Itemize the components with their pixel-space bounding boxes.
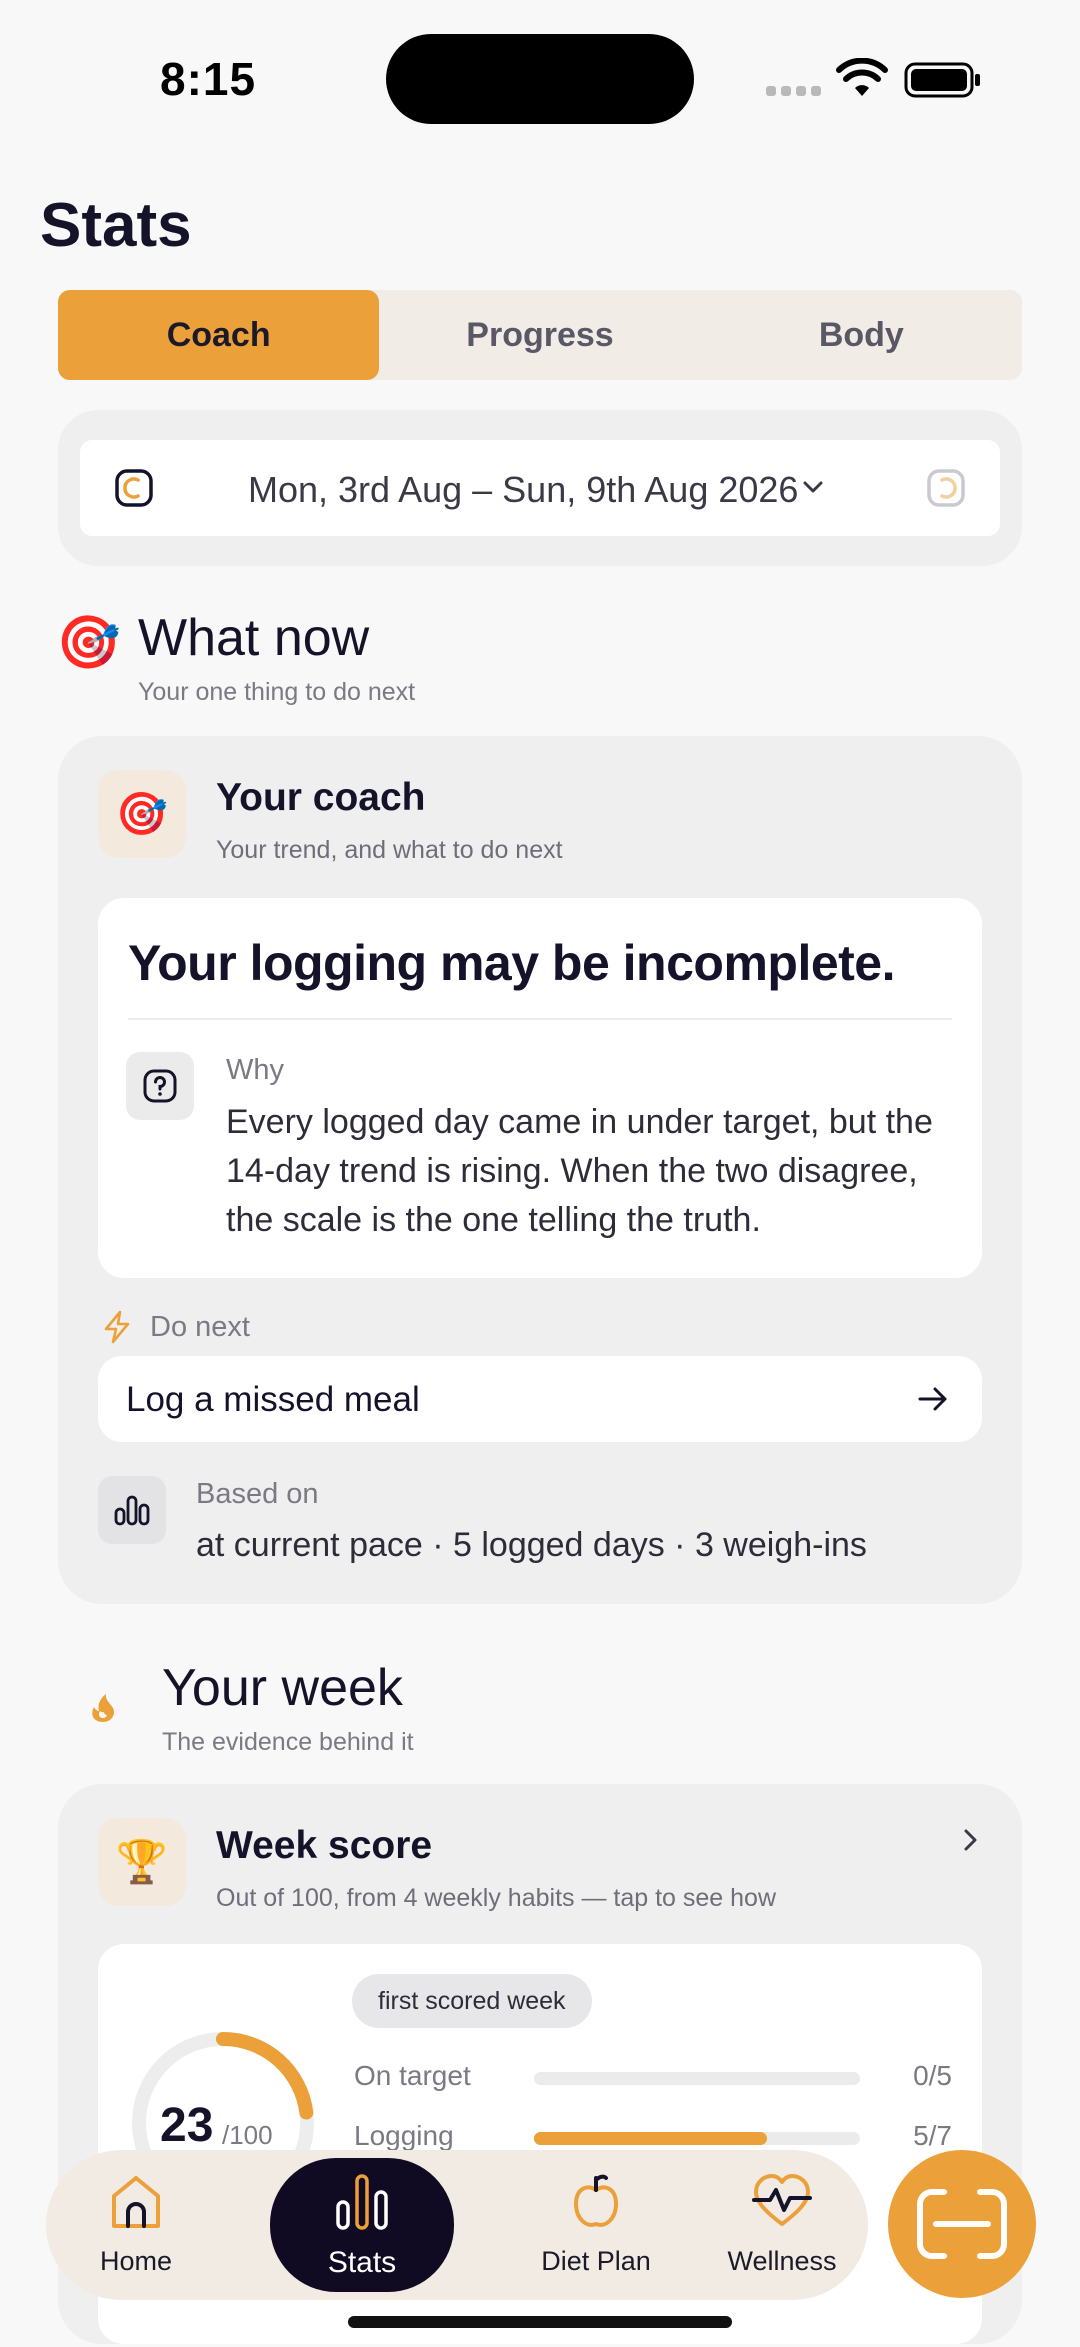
why-label: Why <box>226 1054 284 1086</box>
week-score-title: Week score <box>216 1824 433 1867</box>
battery-icon <box>904 62 980 98</box>
date-range-selector: Mon, 3rd Aug – Sun, 9th Aug 2026 <box>58 410 1022 566</box>
metric-label-logging: Logging <box>354 2120 454 2151</box>
based-on-text: at current pace · 5 logged days · 3 weig… <box>196 1526 867 1564</box>
next-week-icon[interactable] <box>926 468 966 508</box>
scan-icon <box>917 2189 1007 2259</box>
bar-chart-icon <box>98 1476 166 1544</box>
question-icon <box>126 1052 194 1120</box>
date-range-bar: Mon, 3rd Aug – Sun, 9th Aug 2026 <box>80 440 1000 536</box>
metric-track-logging <box>534 2132 860 2145</box>
nav-label-stats: Stats <box>327 2246 397 2279</box>
action-label: Log a missed meal <box>126 1380 420 1419</box>
nav-label-diet-plan: Diet Plan <box>541 2246 651 2276</box>
metric-value-on-target: 0/5 <box>913 2060 952 2091</box>
tab-progress[interactable]: Progress <box>379 290 700 380</box>
section-title-your-week: Your week <box>162 1659 403 1717</box>
divider <box>128 1018 952 1020</box>
insight-panel: Your logging may be incomplete. Why Ever… <box>98 898 982 1278</box>
target-icon: 🎯 <box>56 614 121 672</box>
nav-stats[interactable]: Stats <box>270 2158 454 2292</box>
week-score-subtitle: Out of 100, from 4 weekly habits — tap t… <box>216 1884 777 1912</box>
wifi-icon <box>836 58 888 96</box>
chevron-down-icon[interactable] <box>798 472 828 502</box>
stats-icon <box>336 2174 388 2230</box>
nav-label-home: Home <box>99 2246 173 2276</box>
trophy-icon: 🏆 <box>98 1818 186 1906</box>
lightning-icon <box>104 1310 130 1344</box>
nav-wellness[interactable]: Wellness <box>692 2150 872 2300</box>
nav-diet-plan[interactable]: Diet Plan <box>506 2150 686 2300</box>
section-title-what-now: What now <box>138 609 370 667</box>
status-time: 8:15 <box>160 53 257 105</box>
heart-pulse-icon <box>752 2174 812 2226</box>
metric-fill-logging <box>534 2132 767 2145</box>
apple-icon <box>574 2174 618 2227</box>
cellular-signal-icon <box>766 86 821 96</box>
home-indicator <box>348 2316 732 2328</box>
nav-home[interactable]: Home <box>46 2150 226 2300</box>
dynamic-island <box>386 34 694 124</box>
why-text: Every logged day came in under target, b… <box>226 1103 933 1239</box>
insight-headline: Your logging may be incomplete. <box>128 935 896 991</box>
log-missed-meal-button[interactable]: Log a missed meal <box>98 1356 982 1442</box>
arrow-right-icon <box>918 1387 947 1411</box>
first-week-badge: first scored week <box>352 1974 592 2028</box>
coach-target-icon: 🎯 <box>98 770 186 858</box>
coach-card-title: Your coach <box>216 776 426 819</box>
coach-card: 🎯 Your coach Your trend, and what to do … <box>58 736 1022 1604</box>
date-range-label[interactable]: Mon, 3rd Aug – Sun, 9th Aug 2026 <box>248 469 798 511</box>
tab-body[interactable]: Body <box>701 290 1022 380</box>
page-title: Stats <box>40 191 192 260</box>
scan-button[interactable] <box>888 2150 1036 2298</box>
score-max: /100 <box>222 2120 273 2150</box>
coach-card-subtitle: Your trend, and what to do next <box>216 836 563 864</box>
section-subtitle-your-week: The evidence behind it <box>162 1728 414 1756</box>
tab-bar: Coach Progress Body <box>58 290 1022 380</box>
bottom-nav: Home Stats Diet Plan Wellness <box>46 2150 868 2300</box>
score-value: 23 <box>160 2099 214 2152</box>
based-on-label: Based on <box>196 1478 319 1510</box>
status-bar: 8:15 <box>0 0 1080 150</box>
section-subtitle-what-now: Your one thing to do next <box>138 678 416 706</box>
home-icon <box>112 2176 160 2228</box>
tab-coach[interactable]: Coach <box>58 290 380 380</box>
metric-label-on-target: On target <box>354 2060 471 2091</box>
metric-track-on-target <box>534 2072 860 2085</box>
flame-icon <box>92 1694 114 1722</box>
previous-week-icon[interactable] <box>114 468 154 508</box>
metric-value-logging: 5/7 <box>913 2120 952 2151</box>
do-next-label: Do next <box>150 1311 250 1343</box>
chevron-right-icon[interactable] <box>956 1826 984 1854</box>
nav-label-wellness: Wellness <box>727 2246 837 2276</box>
